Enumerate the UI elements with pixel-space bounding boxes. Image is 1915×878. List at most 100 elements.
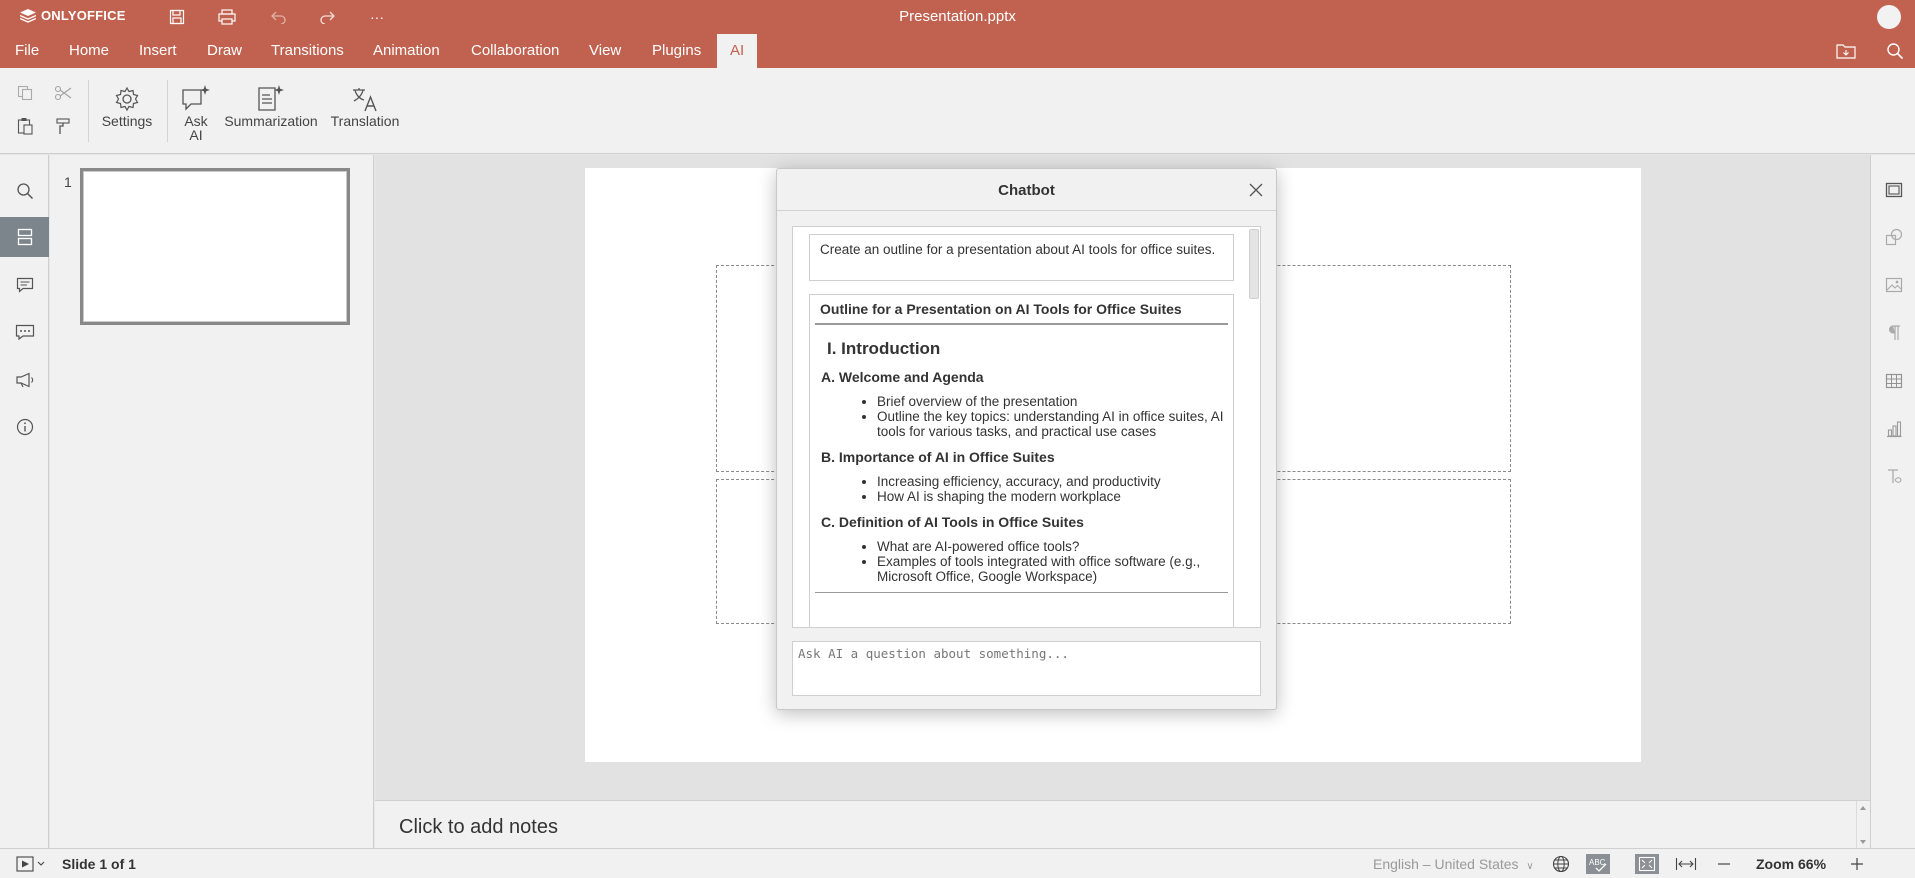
image-settings-button[interactable]	[1871, 269, 1915, 301]
slide-thumbnails-panel: 1	[50, 155, 374, 848]
response-subsection-b: B. Importance of AI in Office Suites	[821, 449, 1055, 465]
tab-home[interactable]: Home	[59, 34, 119, 68]
tab-ai[interactable]: AI	[717, 34, 758, 68]
translation-button[interactable]: Translation	[327, 82, 403, 128]
tab-animation[interactable]: Animation	[363, 34, 450, 68]
summarization-label: Summarization	[224, 113, 318, 129]
slide-settings-button[interactable]	[1871, 174, 1915, 206]
close-button[interactable]	[1246, 180, 1266, 200]
chatbot-header[interactable]: Chatbot	[777, 169, 1276, 211]
text-art-icon	[1887, 469, 1902, 483]
notes-scrollbar[interactable]	[1856, 801, 1870, 849]
about-panel-button[interactable]	[0, 407, 49, 447]
tab-draw[interactable]: Draw	[197, 34, 252, 68]
table-icon	[1885, 373, 1902, 389]
play-icon	[16, 856, 45, 872]
search-panel-button[interactable]	[0, 171, 49, 211]
translate-icon	[353, 88, 377, 112]
chat-messages[interactable]: Create an outline for a presentation abo…	[792, 226, 1261, 628]
ask-ai-button[interactable]: Ask AI	[178, 82, 214, 142]
print-button[interactable]	[214, 5, 240, 29]
document-sparkle-icon	[258, 85, 284, 111]
shape-settings-button[interactable]	[1871, 221, 1915, 253]
ask-ai-input[interactable]: Ask AI a question about something...	[792, 641, 1261, 696]
fit-to-width-button[interactable]	[1675, 854, 1697, 874]
feedback-panel-button[interactable]	[0, 360, 49, 400]
ai-toolbar: Settings Ask AI Summarization Translation	[0, 68, 1915, 154]
start-slideshow-button[interactable]	[14, 854, 48, 874]
response-heading: Outline for a Presentation on AI Tools f…	[815, 301, 1228, 325]
language-label: English – United States	[1373, 856, 1519, 872]
settings-button[interactable]: Settings	[98, 82, 156, 128]
slide-settings-icon	[1885, 182, 1902, 198]
chat-panel-button[interactable]	[0, 312, 49, 352]
tab-plugins[interactable]: Plugins	[642, 34, 711, 68]
zoom-out-button[interactable]	[1713, 854, 1735, 874]
summarization-button[interactable]: Summarization	[224, 82, 318, 128]
tab-view[interactable]: View	[579, 34, 631, 68]
list-item: How AI is shaping the modern workplace	[877, 489, 1228, 504]
response-section-title: I. Introduction	[827, 339, 941, 358]
comments-panel-button[interactable]	[0, 265, 49, 305]
spell-check-button[interactable]: ABC	[1586, 854, 1610, 874]
ask-ai-label: Ask AI	[178, 114, 214, 142]
comment-icon	[16, 277, 33, 293]
list-item: Examples of tools integrated with office…	[877, 554, 1228, 584]
list-item: Increasing efficiency, accuracy, and pro…	[877, 474, 1228, 489]
tab-file[interactable]: File	[5, 34, 49, 68]
more-icon: ···	[370, 9, 384, 25]
left-sidebar	[0, 155, 49, 848]
copy-button[interactable]	[13, 81, 37, 105]
chat-sparkle-icon	[182, 85, 210, 111]
paste-button[interactable]	[13, 114, 37, 138]
search-button[interactable]	[1884, 41, 1906, 61]
save-icon	[169, 9, 185, 25]
redo-button[interactable]	[314, 5, 340, 29]
tab-transitions[interactable]: Transitions	[261, 34, 354, 68]
undo-button[interactable]	[266, 5, 292, 29]
save-button[interactable]	[164, 5, 190, 29]
chatbot-dialog: Chatbot Create an outline for a presenta…	[776, 168, 1277, 710]
chart-icon	[1886, 421, 1901, 438]
more-button[interactable]: ···	[364, 5, 390, 29]
slide-indicator: Slide 1 of 1	[62, 856, 136, 872]
chart-settings-button[interactable]	[1871, 413, 1915, 445]
zoom-in-button[interactable]	[1846, 854, 1868, 874]
open-file-location-button[interactable]	[1835, 41, 1857, 61]
table-settings-button[interactable]	[1871, 365, 1915, 397]
translation-label: Translation	[330, 113, 400, 129]
slide-thumbnail[interactable]	[80, 168, 350, 325]
fit-to-slide-button[interactable]	[1635, 854, 1659, 874]
brand-name: ONLYOFFICE	[41, 8, 126, 23]
slides-panel-button[interactable]	[0, 217, 49, 257]
tab-insert[interactable]: Insert	[129, 34, 187, 68]
undo-icon	[271, 11, 286, 24]
list-item: Outline the key topics: understanding AI…	[877, 409, 1228, 439]
toolbar-divider	[88, 80, 89, 142]
response-list-a: Brief overview of the presentation Outli…	[877, 394, 1228, 439]
toolbar-divider	[167, 80, 168, 142]
copy-style-button[interactable]	[51, 114, 75, 138]
tab-collaboration[interactable]: Collaboration	[461, 34, 569, 68]
notes-placeholder[interactable]: Click to add notes	[399, 816, 558, 839]
zoom-level[interactable]: Zoom 66%	[1756, 856, 1826, 872]
menu-bar: File Home Insert Draw Transitions Animat…	[0, 34, 1915, 68]
fit-width-icon	[1675, 858, 1697, 870]
user-avatar[interactable]	[1877, 5, 1901, 29]
text-art-settings-button[interactable]	[1871, 461, 1915, 493]
fit-slide-icon	[1638, 856, 1656, 872]
notes-panel[interactable]: Click to add notes	[375, 800, 1870, 849]
language-selector[interactable]: English – United States ∨	[1373, 856, 1534, 872]
text-language-button[interactable]	[1550, 854, 1572, 874]
folder-icon	[1836, 44, 1856, 59]
title-bar: ONLYOFFICE ··· Presentation.pptx	[0, 0, 1915, 34]
ask-ai-label-line2: AI	[189, 127, 203, 143]
response-list-b: Increasing efficiency, accuracy, and pro…	[877, 474, 1228, 504]
cut-button[interactable]	[51, 81, 75, 105]
paragraph-settings-button[interactable]	[1871, 317, 1915, 349]
paste-icon	[17, 118, 33, 135]
settings-label: Settings	[101, 113, 153, 129]
chat-scrollbar-thumb[interactable]	[1249, 229, 1259, 299]
shape-icon	[1885, 228, 1902, 246]
info-icon	[16, 418, 33, 436]
